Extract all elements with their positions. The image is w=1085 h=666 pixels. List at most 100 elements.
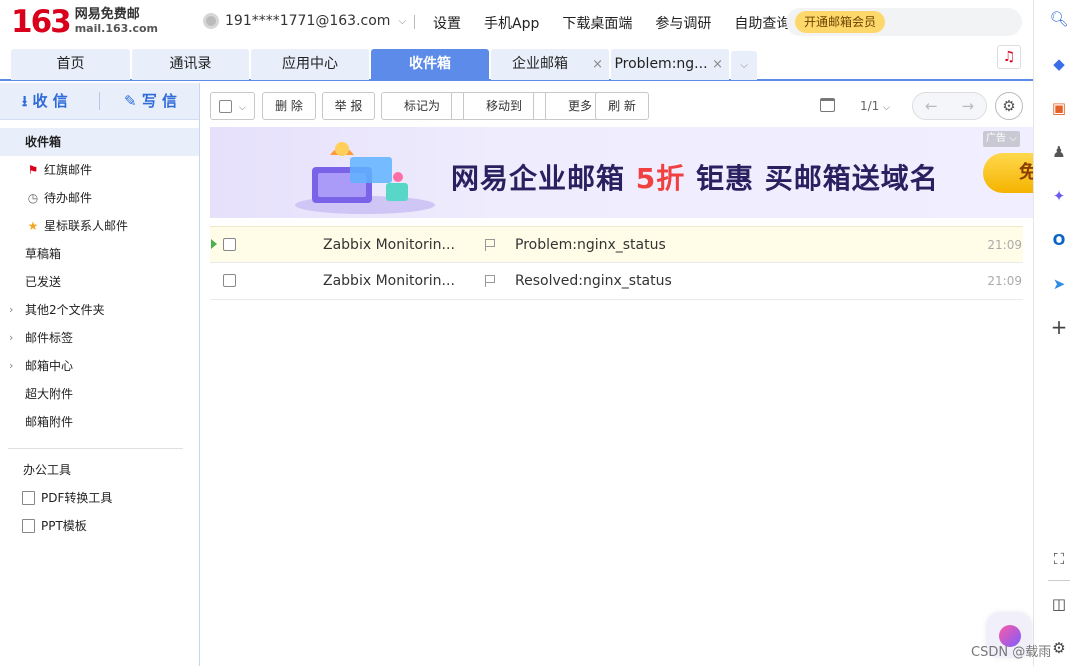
compose-divider bbox=[99, 92, 100, 110]
red-flag-icon: ⚑ bbox=[27, 163, 39, 177]
watermark: CSDN @载雨 bbox=[971, 645, 1052, 660]
chevron-down-icon: ⌵ bbox=[883, 103, 890, 113]
tab-problem-mail[interactable]: Problem:ng... × bbox=[611, 49, 729, 80]
mark-as-dropdown[interactable]: 标记为 ⌵ bbox=[382, 93, 465, 137]
toolbar-action-group: 标记为 ⌵ 移动到 ⌵ 更多 ⌵ bbox=[381, 92, 617, 137]
delete-button[interactable]: 删 除 bbox=[262, 92, 316, 120]
folder-sent[interactable]: 已发送 bbox=[0, 268, 199, 296]
right-app-rail: 🔍︎ ◆ ▣ ♟ ✦ O ➤ + ⛶ ◫ ⚙ bbox=[1033, 0, 1085, 666]
tab-overflow-chevron-icon[interactable]: ⌵ bbox=[731, 51, 757, 80]
tab-bar: 首页 通讯录 应用中心 收件箱 企业邮箱 × Problem:ng... × ⌵ bbox=[0, 48, 1033, 81]
calendar-icon[interactable] bbox=[820, 98, 835, 112]
mail-logo[interactable]: 163 网易免费邮 mail.163.com bbox=[11, 6, 158, 38]
mail-row[interactable]: Zabbix Monitorin... Resolved:nginx_statu… bbox=[210, 263, 1023, 300]
arrow-right-icon[interactable]: → bbox=[950, 93, 987, 119]
folder-inbox[interactable]: 收件箱 bbox=[0, 128, 199, 156]
banner-headline: 网易企业邮箱 5折 钜惠 买邮箱送域名 bbox=[451, 162, 939, 195]
account-email: 191****1771@163.com bbox=[225, 13, 391, 29]
flag-icon[interactable] bbox=[485, 275, 496, 287]
chevron-right-icon[interactable]: › bbox=[9, 352, 13, 380]
select-all-checkbox[interactable] bbox=[219, 100, 233, 113]
sidebar-divider bbox=[8, 448, 183, 449]
nav-mobile-app[interactable]: 手机App bbox=[484, 13, 539, 33]
folder-starred[interactable]: ★ 星标联系人邮件 bbox=[0, 212, 199, 240]
rail-divider bbox=[1048, 580, 1070, 581]
tab-home[interactable]: 首页 bbox=[11, 49, 130, 80]
tab-app-center[interactable]: 应用中心 bbox=[251, 49, 369, 80]
mail-subject: Resolved:nginx_status bbox=[515, 273, 672, 289]
chevron-right-icon[interactable]: › bbox=[9, 324, 13, 352]
folder-labels[interactable]: › 邮件标签 bbox=[0, 324, 199, 352]
mail-time: 21:09 bbox=[987, 238, 1022, 252]
vip-membership-button[interactable]: 开通邮箱会员 bbox=[795, 11, 886, 33]
arrow-left-icon[interactable]: ← bbox=[913, 93, 950, 119]
star-icon: ★ bbox=[27, 219, 39, 233]
mail-toolbar: ⌵ 删 除 举 报 标记为 ⌵ 移动到 ⌵ 更多 ⌵ 刷 新 bbox=[210, 92, 1023, 137]
pdf-file-icon bbox=[22, 491, 35, 505]
logo-number: 163 bbox=[11, 4, 72, 40]
nav-survey[interactable]: 参与调研 bbox=[655, 13, 711, 33]
gear-icon[interactable]: ⚙ bbox=[995, 92, 1023, 120]
refresh-button[interactable]: 刷 新 bbox=[595, 92, 649, 120]
left-sidebar: ⭳ 收 信 ✎ 写 信 收件箱 ⚑ 红旗邮件 ◷ 待办邮件 ★ 星标联系人邮件 … bbox=[0, 83, 200, 666]
mail-list: Zabbix Monitorin... Problem:nginx_status… bbox=[210, 226, 1023, 300]
gear-icon[interactable]: ⚙ bbox=[1048, 637, 1070, 659]
screenshot-icon[interactable]: ⛶ bbox=[1048, 548, 1070, 570]
flag-icon[interactable] bbox=[485, 239, 496, 251]
close-icon[interactable]: × bbox=[592, 49, 603, 80]
tool-ppt-templates[interactable]: PPT模板 bbox=[0, 512, 199, 540]
logo-url: mail.163.com bbox=[74, 22, 159, 35]
tool-pdf-converter[interactable]: PDF转换工具 bbox=[0, 484, 199, 512]
ad-banner[interactable]: 网易企业邮箱 5折 钜惠 买邮箱送域名 免 广告 ⌵ bbox=[210, 127, 1033, 218]
folder-drafts[interactable]: 草稿箱 bbox=[0, 240, 199, 268]
tab-contacts[interactable]: 通讯录 bbox=[132, 49, 249, 80]
tag-icon[interactable]: ◆ bbox=[1048, 53, 1070, 75]
search-icon[interactable]: 🔍︎ bbox=[1048, 8, 1070, 30]
move-to-dropdown[interactable]: 移动到 ⌵ bbox=[464, 93, 547, 137]
select-all-dropdown[interactable]: ⌵ bbox=[210, 92, 255, 120]
sidebar-toggle-icon[interactable]: ◫ bbox=[1048, 593, 1070, 615]
folder-other[interactable]: › 其他2个文件夹 bbox=[0, 296, 199, 324]
nav-desktop-download[interactable]: 下载桌面端 bbox=[562, 13, 632, 33]
unread-marker-icon bbox=[211, 239, 217, 249]
mail-time: 21:09 bbox=[987, 274, 1022, 288]
chevron-down-icon: ⌵ bbox=[239, 103, 246, 113]
briefcase-icon[interactable]: ▣ bbox=[1048, 97, 1070, 119]
inbox-tray-icon: ⭳ bbox=[22, 92, 28, 110]
folder-red-flag[interactable]: ⚑ 红旗邮件 bbox=[0, 156, 199, 184]
mail-subject: Problem:nginx_status bbox=[515, 237, 666, 253]
nav-settings[interactable]: 设置 bbox=[433, 13, 461, 33]
folder-center[interactable]: › 邮箱中心 bbox=[0, 352, 199, 380]
pencil-icon: ✎ bbox=[124, 92, 137, 110]
close-icon[interactable]: × bbox=[712, 49, 723, 80]
chess-piece-icon[interactable]: ♟ bbox=[1048, 141, 1070, 163]
write-button[interactable]: ✎ 写 信 bbox=[124, 83, 177, 120]
folder-large-attachments[interactable]: 超大附件 bbox=[0, 380, 199, 408]
music-icon[interactable]: ♫ bbox=[997, 45, 1021, 69]
tab-inbox[interactable]: 收件箱 bbox=[371, 49, 489, 80]
add-icon[interactable]: + bbox=[1048, 316, 1070, 338]
nav-self-service[interactable]: 自助查询 bbox=[734, 13, 790, 33]
copilot-icon[interactable]: ✦ bbox=[1048, 185, 1070, 207]
receive-button[interactable]: ⭳ 收 信 bbox=[22, 83, 68, 120]
chevron-right-icon[interactable]: › bbox=[9, 296, 13, 324]
report-button[interactable]: 举 报 bbox=[322, 92, 375, 120]
mail-sender: Zabbix Monitorin... bbox=[323, 237, 455, 253]
banner-illustration bbox=[295, 142, 435, 214]
folder-todo[interactable]: ◷ 待办邮件 bbox=[0, 184, 199, 212]
mail-checkbox[interactable] bbox=[223, 274, 236, 287]
page-nav: ← → bbox=[912, 92, 987, 120]
mail-checkbox[interactable] bbox=[223, 238, 236, 251]
outlook-icon[interactable]: O bbox=[1048, 229, 1070, 251]
mail-sender: Zabbix Monitorin... bbox=[323, 273, 455, 289]
avatar-icon bbox=[203, 13, 219, 29]
mail-row[interactable]: Zabbix Monitorin... Problem:nginx_status… bbox=[210, 226, 1023, 263]
office-tools-heading: 办公工具 bbox=[23, 463, 72, 477]
banner-cta-button[interactable]: 免 bbox=[983, 153, 1033, 193]
account-menu[interactable]: 191****1771@163.com ⌵ bbox=[203, 13, 406, 29]
page-indicator[interactable]: 1/1 ⌵ bbox=[860, 99, 890, 113]
folder-mail-attachments[interactable]: 邮箱附件 bbox=[0, 408, 199, 436]
ad-tag[interactable]: 广告 ⌵ bbox=[983, 131, 1020, 147]
send-plane-icon[interactable]: ➤ bbox=[1048, 273, 1070, 295]
tab-enterprise-mail[interactable]: 企业邮箱 × bbox=[491, 49, 609, 80]
